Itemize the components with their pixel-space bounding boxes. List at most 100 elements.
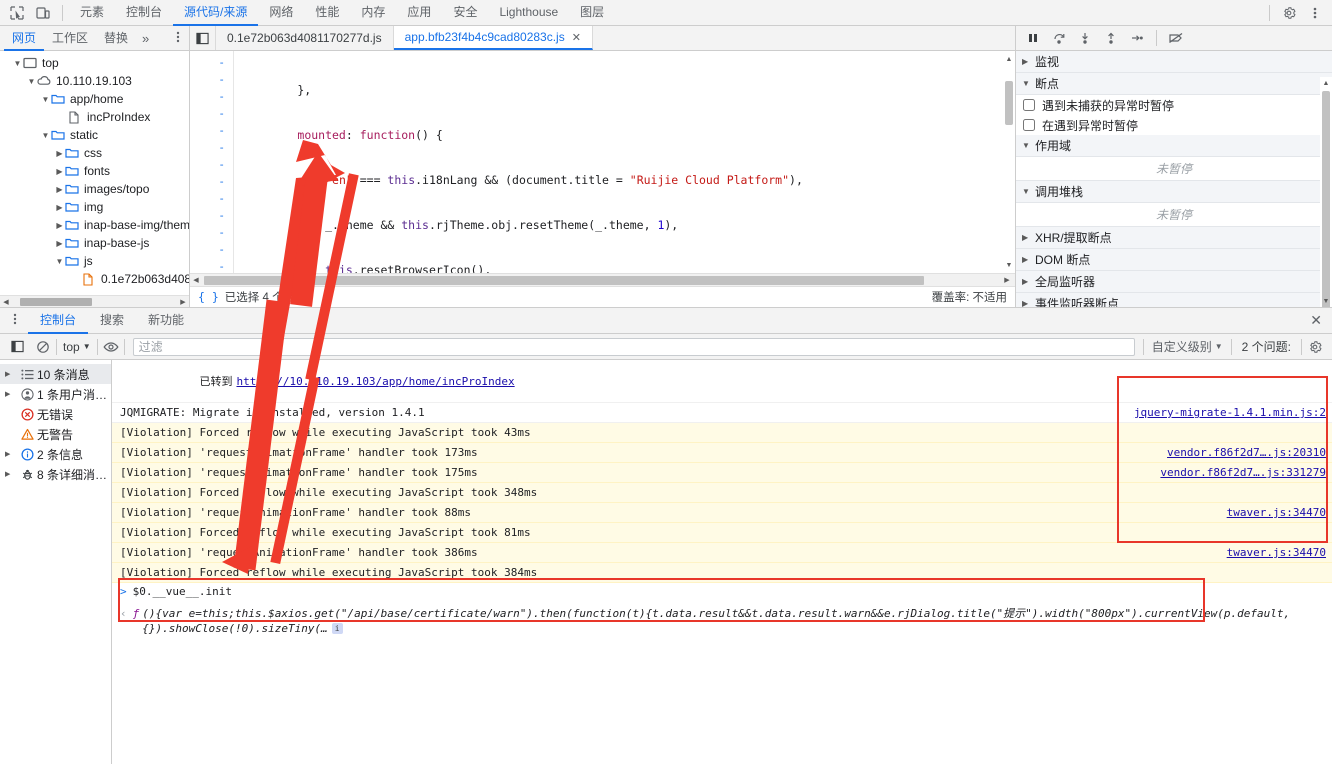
drawer-tab-whats-new[interactable]: 新功能: [136, 308, 196, 334]
tab-security[interactable]: 安全: [442, 0, 488, 26]
scroll-left-arrow-icon[interactable]: ◀: [0, 298, 12, 306]
console-sidebar-info[interactable]: ▶ 2 条信息: [0, 444, 111, 464]
console-message-navigation[interactable]: 已转到 https://10.110.19.103/app/home/incPro…: [112, 360, 1332, 403]
execution-context-selector[interactable]: top ▼: [57, 340, 97, 354]
scroll-right-arrow-icon[interactable]: ▶: [177, 298, 189, 306]
deactivate-breakpoints-icon[interactable]: [1163, 27, 1189, 49]
device-toolbar-icon[interactable]: [30, 2, 56, 24]
debugger-section-watch[interactable]: ▶ 监视: [1016, 51, 1332, 73]
chevron-right-icon[interactable]: ▶: [5, 470, 17, 478]
debugger-section-event-listener-breakpoints[interactable]: ▶ 事件监听器断点: [1016, 293, 1332, 307]
message-source-link[interactable]: vendor.f86f2d7….js:331279: [1160, 466, 1326, 479]
console-evaluation-result[interactable]: ‹ ƒ (){var e=this;this.$axios.get("/api/…: [112, 603, 1332, 639]
scroll-up-arrow-icon[interactable]: ▲: [1003, 53, 1015, 65]
chevron-right-icon[interactable]: ▶: [1022, 299, 1035, 307]
chevron-down-icon[interactable]: [40, 130, 51, 141]
navigation-url-link[interactable]: https://10.110.19.103/app/home/incProInd…: [236, 375, 514, 388]
tree-item-images-topo[interactable]: images/topo: [0, 180, 189, 198]
step-over-icon[interactable]: [1046, 27, 1072, 49]
drawer-kebab-icon[interactable]: [2, 312, 28, 329]
nav-tab-workspace[interactable]: 工作区: [44, 26, 96, 51]
tree-item-img[interactable]: img: [0, 198, 189, 216]
scrollbar-thumb[interactable]: [204, 276, 924, 285]
debugger-section-dom-breakpoints[interactable]: ▶ DOM 断点: [1016, 249, 1332, 271]
chevron-down-icon[interactable]: ▼: [1022, 79, 1035, 88]
chevron-right-icon[interactable]: [54, 148, 65, 159]
tree-item-top[interactable]: top: [0, 54, 189, 72]
console-message-violation[interactable]: [Violation] 'requestAnimationFrame' hand…: [112, 443, 1332, 463]
chevron-down-icon[interactable]: [54, 256, 65, 267]
debugger-section-scope[interactable]: ▼ 作用域: [1016, 135, 1332, 157]
message-source-link[interactable]: twaver.js:34470: [1227, 546, 1326, 559]
tree-item-css[interactable]: css: [0, 144, 189, 162]
inspect-element-icon[interactable]: [4, 2, 30, 24]
chevron-right-icon[interactable]: ▶: [1022, 233, 1035, 242]
scroll-down-arrow-icon[interactable]: ▼: [1320, 295, 1332, 307]
tab-elements[interactable]: 元素: [69, 0, 115, 26]
console-message-violation[interactable]: [Violation] Forced reflow while executin…: [112, 423, 1332, 443]
chevron-down-icon[interactable]: ▼: [1022, 187, 1035, 196]
tree-item-js-file[interactable]: 0.1e72b063d40811: [0, 270, 189, 288]
console-settings-gear-icon[interactable]: [1302, 336, 1328, 358]
debugger-vertical-scrollbar[interactable]: ▲ ▼: [1320, 77, 1332, 307]
console-sidebar-errors[interactable]: 无错误: [0, 404, 111, 424]
console-sidebar-user-messages[interactable]: ▶ 1 条用户消…: [0, 384, 111, 404]
chevron-right-icon[interactable]: [54, 202, 65, 213]
chevron-right-icon[interactable]: ▶: [5, 450, 17, 458]
navigator-kebab-icon[interactable]: [167, 30, 189, 47]
tab-console[interactable]: 控制台: [115, 0, 173, 26]
issues-counter[interactable]: 2 个问题:: [1232, 338, 1301, 355]
tree-item-js[interactable]: js: [0, 252, 189, 270]
tab-performance[interactable]: 性能: [304, 0, 350, 26]
chevron-right-icon[interactable]: [54, 166, 65, 177]
chevron-right-icon[interactable]: [54, 238, 65, 249]
chevron-right-icon[interactable]: ▶: [1022, 255, 1035, 264]
editor-horizontal-scrollbar[interactable]: ◀ ▶: [190, 273, 1015, 286]
scroll-left-arrow-icon[interactable]: ◀: [190, 276, 202, 284]
tree-item-fonts[interactable]: fonts: [0, 162, 189, 180]
tab-memory[interactable]: 内存: [350, 0, 396, 26]
tree-item-static[interactable]: static: [0, 126, 189, 144]
console-sidebar-verbose[interactable]: ▶ 8 条详细消…: [0, 464, 111, 484]
console-message-violation[interactable]: [Violation] Forced reflow while executin…: [112, 523, 1332, 543]
message-source-link[interactable]: jquery-migrate-1.4.1.min.js:2: [1134, 406, 1326, 419]
nav-tab-page[interactable]: 网页: [4, 26, 45, 51]
console-sidebar-all-messages[interactable]: ▶ 10 条消息: [0, 364, 111, 384]
tab-network[interactable]: 网络: [258, 0, 304, 26]
console-message-log[interactable]: JQMIGRATE: Migrate is installed, version…: [112, 403, 1332, 423]
tree-item-inap-base-img-theme[interactable]: inap-base-img/theme: [0, 216, 189, 234]
chevron-down-icon[interactable]: [40, 94, 51, 105]
editor-tab-1[interactable]: app.bfb23f4b4c9cad80283c.js ✕: [393, 26, 593, 50]
message-source-link[interactable]: vendor.f86f2d7….js:20310: [1167, 446, 1326, 459]
message-source-link[interactable]: twaver.js:34470: [1227, 506, 1326, 519]
scroll-up-arrow-icon[interactable]: ▲: [1320, 77, 1332, 89]
chevron-right-icon[interactable]: ▶: [5, 390, 17, 398]
code-content[interactable]: }, mounted: function() { "en" === this.i…: [234, 51, 1015, 273]
console-message-violation[interactable]: [Violation] Forced reflow while executin…: [112, 483, 1332, 503]
console-input-expression[interactable]: $0.__vue__.init: [133, 585, 232, 598]
more-options-kebab-icon[interactable]: [1302, 2, 1328, 24]
debugger-section-breakpoints[interactable]: ▼ 断点: [1016, 73, 1332, 95]
console-filter-input[interactable]: [132, 337, 1135, 356]
nav-tab-overrides[interactable]: 替换: [96, 26, 136, 51]
step-into-icon[interactable]: [1072, 27, 1098, 49]
pause-on-uncaught-exceptions-row[interactable]: 遇到未捕获的异常时暂停: [1016, 95, 1332, 115]
clear-console-icon[interactable]: [30, 336, 56, 358]
debugger-section-xhr-breakpoints[interactable]: ▶ XHR/提取断点: [1016, 227, 1332, 249]
scroll-right-arrow-icon[interactable]: ▶: [1001, 276, 1013, 284]
debugger-section-global-listeners[interactable]: ▶ 全局监听器: [1016, 271, 1332, 293]
tree-item-inap-base-js[interactable]: inap-base-js: [0, 234, 189, 252]
show-navigator-icon[interactable]: [190, 26, 216, 50]
chevron-right-icon[interactable]: ▶: [5, 370, 17, 378]
editor-vertical-scrollbar[interactable]: ▲ ▼: [1003, 51, 1015, 273]
tree-item-host[interactable]: 10.110.19.103: [0, 72, 189, 90]
info-badge-icon[interactable]: i: [331, 623, 343, 634]
pause-on-exceptions-row[interactable]: 在遇到异常时暂停: [1016, 115, 1332, 135]
console-sidebar-toggle-icon[interactable]: [4, 336, 30, 358]
tab-layers[interactable]: 图层: [569, 0, 615, 26]
drawer-tab-console[interactable]: 控制台: [28, 308, 89, 334]
pause-resume-icon[interactable]: [1020, 27, 1046, 49]
console-message-violation[interactable]: [Violation] 'requestAnimationFrame' hand…: [112, 463, 1332, 483]
console-message-violation[interactable]: [Violation] 'requestAnimationFrame' hand…: [112, 543, 1332, 563]
chevron-right-icon[interactable]: [54, 220, 65, 231]
